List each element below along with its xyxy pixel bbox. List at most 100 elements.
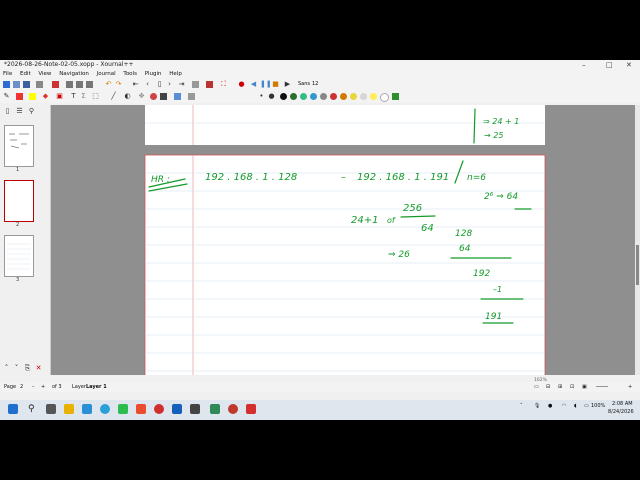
cut-icon[interactable] — [66, 81, 73, 88]
menu-file[interactable]: File — [3, 71, 12, 77]
previous-page-icon[interactable]: ‹ — [144, 81, 151, 88]
color-blue-icon[interactable] — [310, 93, 317, 100]
fullscreen-icon[interactable] — [206, 81, 213, 88]
color-green-icon[interactable] — [290, 93, 297, 100]
rewind-icon[interactable]: ◀ — [250, 81, 257, 88]
menu-plugin[interactable]: Plugin — [145, 71, 162, 77]
math-icon[interactable]: Σ — [80, 93, 87, 100]
open-file-icon[interactable] — [13, 81, 20, 88]
edge-icon[interactable] — [82, 404, 92, 414]
color-orange-icon[interactable] — [340, 93, 347, 100]
two-page-icon[interactable]: ▭ — [534, 382, 539, 392]
color-white-icon[interactable] — [380, 93, 389, 102]
custom-color-icon[interactable] — [392, 93, 399, 100]
xournal-icon[interactable] — [210, 404, 220, 414]
font-size[interactable]: 12 — [312, 81, 318, 87]
document-canvas[interactable]: ⇒ 24 + 1 → 25 HR : 192 . 168 . 1 . 128 –… — [51, 105, 635, 375]
search-icon[interactable]: ⚲ — [28, 404, 38, 414]
zoom-slider[interactable]: ──── — [596, 382, 608, 392]
tray-chevron-icon[interactable]: ˄ — [520, 403, 523, 409]
copy-page-icon[interactable]: ⎘ — [24, 365, 31, 372]
page-thumbnail[interactable] — [4, 125, 34, 167]
sidebar-page-icon[interactable]: ▯ — [4, 108, 11, 115]
pen-width-icon[interactable] — [160, 93, 167, 100]
pause-icon[interactable]: ❚❚ — [260, 81, 272, 88]
text-tool-icon[interactable]: T — [70, 93, 77, 100]
page-thumbnail[interactable] — [4, 235, 34, 277]
color-red-icon[interactable] — [150, 93, 157, 100]
page-decrement-icon[interactable]: – — [32, 382, 35, 392]
fit-width-icon[interactable]: ⊟ — [546, 382, 550, 392]
start-icon[interactable] — [8, 404, 18, 414]
paste-icon[interactable] — [86, 81, 93, 88]
first-page-icon[interactable]: ⇤ — [132, 81, 139, 88]
clock-time[interactable]: 2:08 AM — [612, 401, 633, 407]
new-file-icon[interactable] — [3, 81, 10, 88]
color-lightyellow-icon[interactable] — [370, 93, 377, 100]
color-gray-icon[interactable] — [320, 93, 327, 100]
zoom-in-icon[interactable]: ⊞ — [558, 382, 562, 392]
menu-tools[interactable]: Tools — [123, 71, 137, 77]
app-icon[interactable] — [190, 404, 200, 414]
record-icon[interactable]: ● — [238, 81, 245, 88]
task-view-icon[interactable] — [46, 404, 56, 414]
settings-icon[interactable] — [228, 404, 238, 414]
color-white-icon[interactable] — [360, 93, 367, 100]
opera-icon[interactable] — [154, 404, 164, 414]
next-page-icon[interactable]: › — [166, 81, 173, 88]
stop-icon[interactable]: ■ — [272, 81, 279, 88]
telegram-icon[interactable] — [100, 404, 110, 414]
maximize-button[interactable]: □ — [606, 60, 613, 70]
page-thumbnail[interactable] — [4, 180, 34, 222]
last-page-icon[interactable]: ⇥ — [178, 81, 185, 88]
pdf-icon[interactable] — [52, 81, 59, 88]
page-icon[interactable]: ▯ — [156, 81, 163, 88]
file-explorer-icon[interactable] — [64, 404, 74, 414]
dot-icon[interactable]: • — [258, 93, 265, 100]
app-icon[interactable] — [136, 404, 146, 414]
play-icon[interactable]: ▶ — [284, 81, 291, 88]
color-black-icon[interactable] — [280, 93, 287, 100]
page-number-input[interactable]: 2 — [20, 382, 23, 392]
chevron-up-icon[interactable]: ˄ — [3, 365, 10, 372]
select-rect-icon[interactable]: ⬚ — [92, 93, 99, 100]
select-object-icon[interactable] — [174, 93, 181, 100]
undo-icon[interactable]: ↶ — [105, 81, 112, 88]
zoom-reset-icon[interactable]: ▣ — [582, 382, 587, 392]
tray-app-icon[interactable]: ● — [548, 403, 552, 409]
whatsapp-icon[interactable] — [118, 404, 128, 414]
page-increment-icon[interactable]: + — [41, 382, 45, 392]
hand-icon[interactable]: ✥ — [138, 93, 145, 100]
menu-edit[interactable]: Edit — [20, 71, 31, 77]
wifi-icon[interactable]: ◠ — [562, 403, 566, 409]
sidebar-layer-icon[interactable]: ☰ — [16, 108, 23, 115]
menu-view[interactable]: View — [38, 71, 51, 77]
save-icon[interactable] — [23, 81, 30, 88]
print-icon[interactable] — [36, 81, 43, 88]
app-icon[interactable] — [172, 404, 182, 414]
fill-icon[interactable]: ◐ — [124, 93, 131, 100]
vertical-space-icon[interactable] — [188, 93, 195, 100]
menu-journal[interactable]: Journal — [97, 71, 116, 77]
pen-icon[interactable]: ✎ — [3, 93, 10, 100]
image-icon[interactable]: ▣ — [56, 93, 63, 100]
vertical-scrollbar[interactable] — [635, 105, 640, 375]
redo-icon[interactable]: ↷ — [115, 81, 122, 88]
color-teal-icon[interactable] — [300, 93, 307, 100]
battery-icon[interactable]: ▭ — [584, 403, 589, 409]
menu-help[interactable]: Help — [169, 71, 182, 77]
font-name[interactable]: Sans — [298, 81, 310, 87]
minimize-button[interactable]: – — [582, 60, 586, 70]
shape-icon[interactable]: ◆ — [42, 93, 49, 100]
zoom-out-icon[interactable]: ⊡ — [570, 382, 574, 392]
copy-icon[interactable] — [76, 81, 83, 88]
zoom-plus-icon[interactable]: + — [628, 382, 632, 392]
chevron-down-icon[interactable]: ˅ — [13, 365, 20, 372]
eraser-icon[interactable] — [16, 93, 23, 100]
clock-date[interactable]: 8/24/2026 — [608, 409, 634, 415]
pdf-reader-icon[interactable] — [246, 404, 256, 414]
close-button[interactable]: ✕ — [626, 60, 632, 70]
layer-select[interactable]: Layer 1 — [86, 382, 107, 392]
volume-icon[interactable]: ◖ — [574, 403, 577, 409]
ruler-icon[interactable]: ╱ — [110, 93, 117, 100]
